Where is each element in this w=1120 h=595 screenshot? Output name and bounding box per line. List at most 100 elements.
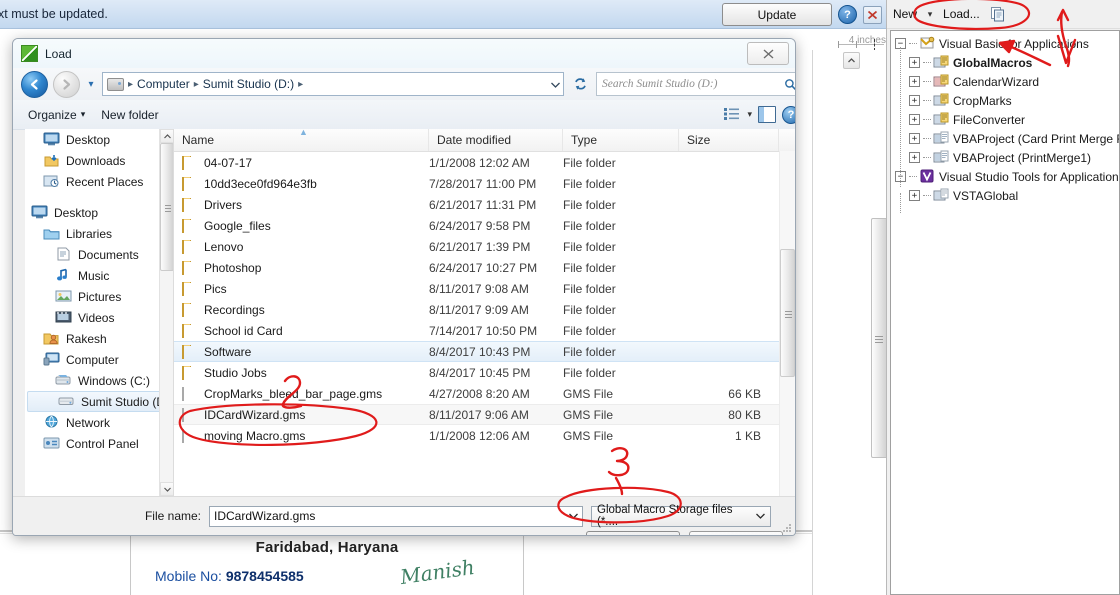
- table-row[interactable]: IDCardWizard.gms 8/11/2017 9:06 AM GMS Fil…: [174, 404, 795, 425]
- table-row[interactable]: Pics 8/11/2017 9:08 AM File folder: [174, 278, 795, 299]
- cell-type: File folder: [563, 260, 616, 275]
- chevron-up-icon: [848, 58, 855, 63]
- nav-item-network[interactable]: Network: [25, 412, 173, 433]
- file-name-text: Software: [204, 344, 252, 359]
- table-row[interactable]: Lenovo 6/21/2017 1:39 PM File folder: [174, 236, 795, 257]
- cancel-button[interactable]: Cancel: [689, 531, 783, 535]
- nav-item-desktop[interactable]: Desktop: [25, 129, 173, 150]
- toolbar-right-group: ▾ ?: [723, 105, 795, 124]
- view-caret-icon[interactable]: ▾: [747, 109, 752, 120]
- history-dropdown-caret-icon[interactable]: ▾: [85, 79, 97, 90]
- column-header-date[interactable]: Date modified: [429, 129, 563, 151]
- tree-item-cropmarks[interactable]: + CropMarks: [891, 91, 1119, 110]
- address-dropdown-caret-icon[interactable]: [551, 77, 560, 91]
- nav-item-rakesh[interactable]: Rakesh: [25, 328, 173, 349]
- breadcrumb-computer[interactable]: Computer: [137, 77, 190, 91]
- file-list-pane[interactable]: Name ▲ Date modified Type Size 04-07-17 1…: [174, 129, 795, 496]
- table-row[interactable]: 04-07-17 1/1/2008 12:02 AM File folder: [174, 152, 795, 173]
- mobile-value: 9878454585: [225, 568, 304, 584]
- nav-item-desktop[interactable]: Desktop: [25, 202, 173, 223]
- file-name-text: Recordings: [204, 302, 265, 317]
- nav-item-sumit-studio-d[interactable]: Sumit Studio (D: [27, 391, 171, 412]
- tree-item-vbaproject-card-print-merge-fin[interactable]: + VBAProject (Card Print Merge Fin: [891, 129, 1119, 148]
- file-name-input[interactable]: IDCardWizard.gms: [209, 505, 583, 527]
- table-row[interactable]: Software 8/4/2017 10:43 PM File folder: [174, 341, 795, 362]
- dialog-close-button[interactable]: [747, 42, 789, 65]
- document-scroll-up-button[interactable]: [843, 52, 860, 69]
- nav-item-libraries[interactable]: Libraries: [25, 223, 173, 244]
- nav-item-documents[interactable]: Documents: [25, 244, 173, 265]
- column-header-name[interactable]: Name ▲: [174, 129, 429, 151]
- tree-item-visual-studio-tools-for-applications[interactable]: − Visual Studio Tools for Applications: [891, 167, 1119, 186]
- navigation-scrollbar[interactable]: [159, 129, 174, 496]
- chevron-down-icon[interactable]: [569, 513, 578, 519]
- dialog-footer: File name: IDCardWizard.gms Global Macro…: [13, 496, 795, 535]
- address-bar[interactable]: ▸ Computer ▸ Sumit Studio (D:) ▸: [102, 72, 564, 96]
- refresh-button[interactable]: [569, 73, 591, 95]
- file-name-row: File name: IDCardWizard.gms Global Macro…: [13, 504, 795, 528]
- table-row[interactable]: Recordings 8/11/2017 9:09 AM File folder: [174, 299, 795, 320]
- nav-item-pictures[interactable]: Pictures: [25, 286, 173, 307]
- tree-expander-plus-icon[interactable]: +: [909, 95, 920, 106]
- search-input[interactable]: Search Sumit Studio (D:): [596, 72, 795, 96]
- copy-pages-icon[interactable]: [986, 3, 1010, 25]
- tree-expander-plus-icon[interactable]: +: [909, 133, 920, 144]
- tree-item-calendarwizard[interactable]: + CalendarWizard: [891, 72, 1119, 91]
- tree-item-vbaproject-printmerge1[interactable]: + VBAProject (PrintMerge1): [891, 148, 1119, 167]
- nav-item-computer[interactable]: Computer: [25, 349, 173, 370]
- new-folder-button[interactable]: New folder: [93, 104, 166, 125]
- macro-project-tree[interactable]: − Visual Basic for Applications + GlobalMac…: [890, 30, 1120, 595]
- nav-scrollbar-thumb[interactable]: [160, 143, 174, 271]
- tree-item-fileconverter[interactable]: + FileConverter: [891, 110, 1119, 129]
- table-row[interactable]: CropMarks_bleed_bar_page.gms 4/27/2008 8:…: [174, 383, 795, 404]
- update-button[interactable]: Update: [722, 3, 832, 26]
- view-list-icon[interactable]: [723, 107, 741, 122]
- load-button[interactable]: Load...: [937, 3, 986, 25]
- tree-expander-plus-icon[interactable]: +: [909, 57, 920, 68]
- resize-grip[interactable]: [782, 524, 792, 534]
- table-row[interactable]: School id Card 7/14/2017 10:50 PM File fol…: [174, 320, 795, 341]
- tree-expander-plus-icon[interactable]: +: [909, 152, 920, 163]
- close-icon: [763, 48, 773, 59]
- file-type-filter-select[interactable]: Global Macro Storage files (*....: [591, 504, 771, 528]
- nav-item-windows-c[interactable]: Windows (C:): [25, 370, 173, 391]
- help-icon[interactable]: ?: [838, 5, 857, 24]
- table-row[interactable]: 10dd3ece0fd964e3fb 7/28/2017 11:00 PM File…: [174, 173, 795, 194]
- tree-item-vstaglobal[interactable]: + VSTAGlobal: [891, 186, 1119, 205]
- open-button[interactable]: Open: [586, 531, 680, 535]
- preview-pane-icon[interactable]: [758, 106, 776, 123]
- gms-file-icon: [182, 428, 184, 443]
- table-row[interactable]: Google_files 6/24/2017 9:58 PM File folder: [174, 215, 795, 236]
- navigation-pane[interactable]: Desktop Downloads Recent Places Desktop Libr…: [25, 129, 173, 496]
- table-row[interactable]: Photoshop 6/24/2017 10:27 PM File folder: [174, 257, 795, 278]
- nav-item-downloads[interactable]: Downloads: [25, 150, 173, 171]
- close-icon[interactable]: [863, 5, 882, 24]
- forward-button[interactable]: [53, 70, 80, 98]
- nav-item-music[interactable]: Music: [25, 265, 173, 286]
- desktop-icon: [43, 132, 60, 146]
- table-row[interactable]: Drivers 6/21/2017 11:31 PM File folder: [174, 194, 795, 215]
- organize-button[interactable]: Organize ▾: [20, 104, 93, 125]
- new-dropdown-caret-icon[interactable]: ▾: [923, 3, 937, 25]
- file-scrollbar-thumb[interactable]: [780, 249, 795, 377]
- tree-item-globalmacros[interactable]: + GlobalMacros: [891, 53, 1119, 72]
- tree-expander-plus-icon[interactable]: +: [909, 76, 920, 87]
- tree-expander-plus-icon[interactable]: +: [909, 114, 920, 125]
- new-button[interactable]: New: [887, 3, 923, 25]
- nav-scroll-up-button[interactable]: [160, 129, 174, 143]
- nav-item-videos[interactable]: Videos: [25, 307, 173, 328]
- breadcrumb-sumit-studio[interactable]: Sumit Studio (D:): [203, 77, 294, 91]
- file-list-scrollbar[interactable]: [779, 151, 795, 496]
- column-header-type[interactable]: Type: [563, 129, 679, 151]
- table-row[interactable]: Studio Jobs 8/4/2017 10:45 PM File folder: [174, 362, 795, 383]
- back-button[interactable]: [21, 70, 48, 98]
- table-row[interactable]: moving Macro.gms 1/1/2008 12:06 AM GMS Fil…: [174, 425, 795, 446]
- nav-item-recent-places[interactable]: Recent Places: [25, 171, 173, 192]
- help-icon[interactable]: ?: [782, 105, 795, 124]
- column-header-size[interactable]: Size: [679, 129, 779, 151]
- nav-scroll-down-button[interactable]: [160, 482, 174, 496]
- cell-name: 10dd3ece0fd964e3fb: [174, 176, 429, 191]
- tree-expander-plus-icon[interactable]: +: [909, 190, 920, 201]
- nav-item-control-panel[interactable]: Control Panel: [25, 433, 173, 454]
- tree-item-visual-basic-for-applications[interactable]: − Visual Basic for Applications: [891, 34, 1119, 53]
